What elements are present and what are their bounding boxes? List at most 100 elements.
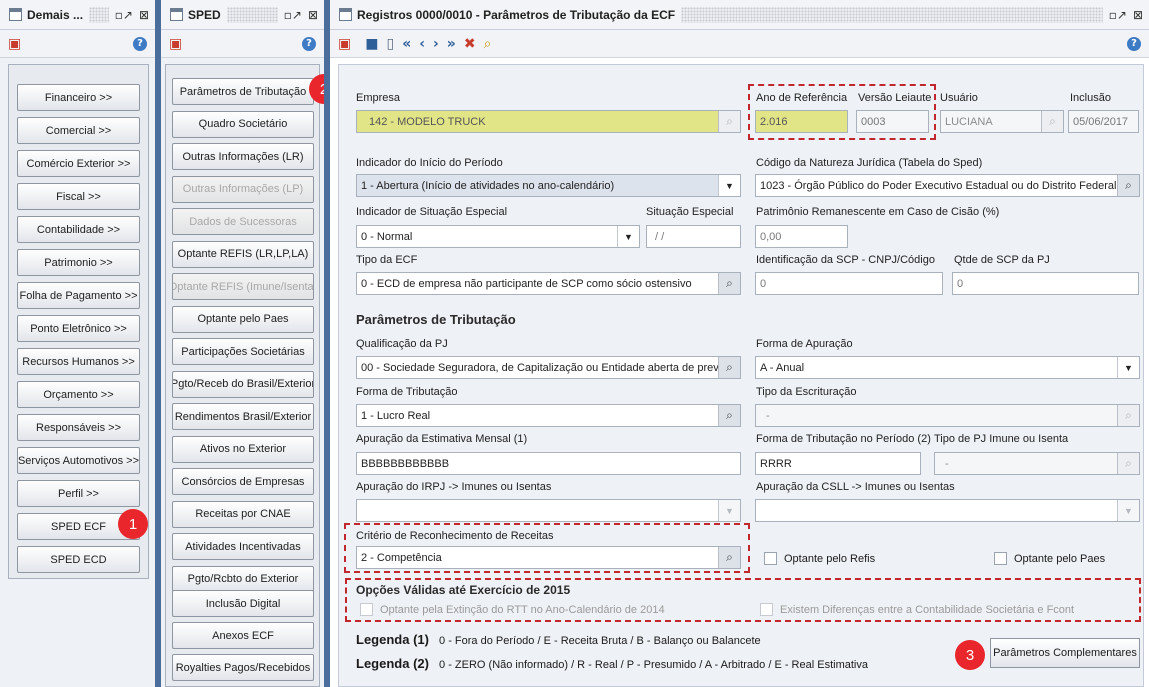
- sped-outras-informacoes-lp-button[interactable]: Outras Informações (LP): [172, 175, 314, 203]
- tipo-pj-imune-field[interactable]: - ⌕: [934, 452, 1140, 475]
- sped-royalties-button[interactable]: Royalties Pagos/Recebidos: [172, 654, 314, 681]
- menu-comercio-exterior-button[interactable]: Comércio Exterior >>: [17, 150, 140, 177]
- tipo-escrituracao-field[interactable]: - ⌕: [755, 404, 1140, 427]
- sped-atividades-incentivadas-button[interactable]: Atividades Incentivadas: [172, 533, 314, 560]
- menu-contabilidade-button[interactable]: Contabilidade >>: [17, 216, 140, 243]
- forma-tributacao-field[interactable]: 1 - Lucro Real ⌕: [356, 404, 741, 427]
- last-icon[interactable]: »: [447, 37, 456, 51]
- sped-participacoes-button[interactable]: Participações Societárias: [172, 338, 314, 365]
- parametros-complementares-button[interactable]: Parâmetros Complementares: [990, 638, 1140, 668]
- help-icon[interactable]: ?: [302, 36, 316, 51]
- sped-optante-refis-button[interactable]: Optante REFIS (LR,LP,LA): [172, 240, 314, 268]
- optante-refis-checkbox[interactable]: Optante pelo Refis: [764, 552, 875, 565]
- search-icon[interactable]: ⌕: [718, 357, 740, 378]
- search-icon[interactable]: ⌕: [1041, 111, 1063, 132]
- qtde-scp-field[interactable]: 0: [952, 272, 1139, 295]
- sped-rendimentos-button[interactable]: Rendimentos Brasil/Exterior: [172, 403, 314, 430]
- menu-sped-ecd-button[interactable]: SPED ECD: [17, 546, 140, 573]
- sped-anexos-ecf-button[interactable]: Anexos ECF: [172, 622, 314, 649]
- new-doc-icon[interactable]: ▯: [386, 37, 394, 51]
- first-icon[interactable]: «: [402, 37, 411, 51]
- sped-optante-paes-button[interactable]: Optante pelo Paes: [172, 305, 314, 333]
- menu-servicos-automotivos-button[interactable]: Serviços Automotivos >>: [17, 447, 140, 474]
- menu-ponto-eletronico-button[interactable]: Ponto Eletrônico >>: [17, 315, 140, 342]
- help-icon[interactable]: ?: [133, 36, 147, 51]
- apuracao-irpj-select[interactable]: ▼: [356, 499, 741, 522]
- checkbox-box[interactable]: [360, 603, 373, 616]
- inclusao-field[interactable]: 05/06/2017: [1068, 110, 1139, 133]
- sped-consorcios-button[interactable]: Consórcios de Empresas: [172, 468, 314, 495]
- maximize-icon[interactable]: ⊠: [1133, 8, 1143, 22]
- search-icon[interactable]: ⌕: [718, 111, 740, 132]
- sped-dados-sucessoras-button[interactable]: Dados de Sucessoras: [172, 208, 314, 235]
- menu-patrimonio-button[interactable]: Patrimonio >>: [17, 249, 140, 276]
- dropdown-arrow-icon[interactable]: ▼: [1117, 500, 1139, 521]
- help-icon[interactable]: ?: [1127, 36, 1141, 51]
- exit-icon[interactable]: ▣: [338, 37, 351, 51]
- indicador-inicio-select[interactable]: 1 - Abertura (Início de atividades no an…: [356, 174, 741, 197]
- apuracao-estimativa-field[interactable]: BBBBBBBBBBBB: [356, 452, 741, 475]
- tipo-pj-imune-value: -: [945, 457, 949, 470]
- window-registros: Registros 0000/0010 - Parâmetros de Trib…: [330, 0, 1149, 687]
- usuario-field[interactable]: LUCIANA ⌕: [940, 110, 1064, 133]
- patrimonio-field[interactable]: 0,00: [755, 225, 848, 248]
- qualificacao-field[interactable]: 00 - Sociedade Seguradora, de Capitaliza…: [356, 356, 741, 379]
- delete-icon[interactable]: ✖: [464, 37, 476, 51]
- sped-inclusao-digital-button[interactable]: Inclusão Digital: [172, 590, 314, 617]
- close-icon[interactable]: ⊠: [308, 8, 318, 22]
- search-icon[interactable]: ⌕: [718, 273, 740, 294]
- sped-outras-informacoes-lr-button[interactable]: Outras Informações (LR): [172, 143, 314, 170]
- search-icon[interactable]: ⌕: [1117, 453, 1139, 474]
- restore-icon[interactable]: ▫↗: [284, 8, 302, 22]
- empresa-field[interactable]: 142 - MODELO TRUCK ⌕: [356, 110, 741, 133]
- natureza-juridica-field[interactable]: 1023 - Órgão Público do Poder Executivo …: [755, 174, 1140, 197]
- menu-folha-pagamento-button[interactable]: Folha de Pagamento >>: [17, 282, 140, 309]
- apuracao-csll-select[interactable]: ▼: [755, 499, 1140, 522]
- search-icon[interactable]: ⌕: [718, 405, 740, 426]
- sped-ativos-exterior-button[interactable]: Ativos no Exterior: [172, 435, 314, 463]
- sped-pgto-rcbto-exterior-button[interactable]: Pgto/Rcbto do Exterior: [172, 565, 314, 593]
- menu-perfil-button[interactable]: Perfil >>: [17, 480, 140, 507]
- menu-financeiro-button[interactable]: Financeiro >>: [17, 84, 140, 111]
- identificacao-scp-field[interactable]: 0: [755, 272, 943, 295]
- exit-icon[interactable]: ▣: [8, 37, 21, 51]
- prev-icon[interactable]: ‹: [419, 37, 425, 51]
- close-icon[interactable]: ⊠: [139, 8, 149, 22]
- opcao-rtt-checkbox[interactable]: Optante pela Extinção do RTT no Ano-Cale…: [360, 603, 665, 616]
- menu-recursos-humanos-button[interactable]: Recursos Humanos >>: [17, 348, 140, 375]
- menu-responsaveis-button[interactable]: Responsáveis >>: [17, 414, 140, 441]
- restore-icon[interactable]: ▫↗: [115, 8, 133, 22]
- opcao-diferencas-checkbox[interactable]: Existem Diferenças entre a Contabilidade…: [760, 603, 1074, 616]
- checkbox-box[interactable]: [994, 552, 1007, 565]
- checkbox-box[interactable]: [760, 603, 773, 616]
- save-icon[interactable]: ■: [365, 37, 378, 51]
- dropdown-arrow-icon[interactable]: ▼: [617, 226, 639, 247]
- restore-icon[interactable]: ▫↗: [1109, 8, 1127, 22]
- situacao-especial-ind-select[interactable]: 0 - Normal ▼: [356, 225, 640, 248]
- window-registros-toolbar: ▣ ■ ▯ « ‹ › » ✖ ⌕ ?: [330, 30, 1149, 58]
- dropdown-arrow-icon[interactable]: ▼: [718, 500, 740, 521]
- sped-quadro-societario-button[interactable]: Quadro Societário: [172, 110, 314, 138]
- dropdown-arrow-icon[interactable]: ▼: [1117, 357, 1139, 378]
- tipo-ecf-field[interactable]: 0 - ECD de empresa não participante de S…: [356, 272, 741, 295]
- menu-fiscal-button[interactable]: Fiscal >>: [17, 183, 140, 210]
- criterio-field[interactable]: 2 - Competência ⌕: [356, 546, 741, 569]
- search-icon[interactable]: ⌕: [718, 547, 740, 568]
- checkbox-box[interactable]: [764, 552, 777, 565]
- search-icon[interactable]: ⌕: [484, 37, 492, 51]
- forma-trib-periodo-field[interactable]: RRRR: [755, 452, 921, 475]
- sped-optante-refis-imune-button[interactable]: Optante REFIS (Imune/Isenta): [172, 273, 314, 300]
- next-icon[interactable]: ›: [433, 37, 439, 51]
- dropdown-arrow-icon[interactable]: ▼: [718, 175, 740, 196]
- sped-pgto-receb-button[interactable]: Pgto/Receb do Brasil/Exterior: [172, 370, 314, 398]
- sped-parametros-tributacao-button[interactable]: Parâmetros de Tributação: [172, 78, 314, 105]
- menu-orcamento-button[interactable]: Orçamento >>: [17, 381, 140, 408]
- situacao-especial-field[interactable]: / /: [646, 225, 741, 248]
- search-icon[interactable]: ⌕: [1117, 175, 1139, 196]
- optante-paes-checkbox[interactable]: Optante pelo Paes: [994, 552, 1105, 565]
- exit-icon[interactable]: ▣: [169, 37, 182, 51]
- menu-comercial-button[interactable]: Comercial >>: [17, 117, 140, 144]
- forma-apuracao-select[interactable]: A - Anual ▼: [755, 356, 1140, 379]
- search-icon[interactable]: ⌕: [1117, 405, 1139, 426]
- sped-receitas-cnae-button[interactable]: Receitas por CNAE: [172, 500, 314, 528]
